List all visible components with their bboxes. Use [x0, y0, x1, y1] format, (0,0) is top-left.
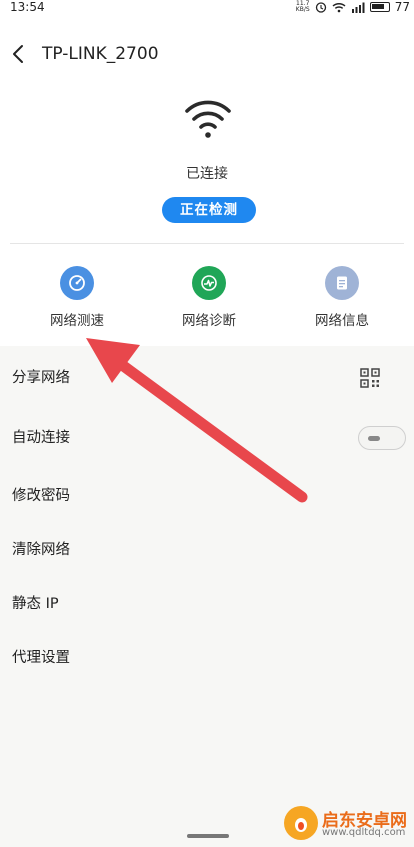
connection-status: 已连接	[186, 166, 228, 182]
watermark-url: www.qdltdq.com	[322, 827, 406, 838]
net-speed: 11.7 KB/S	[295, 0, 310, 13]
speedometer-icon	[60, 266, 94, 300]
tool-label: 网络测速	[50, 313, 104, 329]
toggle-knob	[368, 436, 380, 441]
auto-connect-item[interactable]: 自动连接	[0, 416, 414, 460]
page-title: TP-LINK_2700	[42, 44, 159, 64]
detecting-button[interactable]: 正在检测	[162, 197, 256, 223]
alarm-icon	[315, 2, 326, 13]
list-item-label: 分享网络	[12, 370, 70, 386]
wifi-large-icon	[185, 100, 231, 138]
site-watermark: 启东安卓网 www.qdltdq.com	[282, 802, 412, 846]
status-bar: 13:54 11.7 KB/S 77	[0, 0, 414, 16]
tool-diagnose[interactable]: 网络诊断	[154, 266, 264, 329]
home-indicator[interactable]	[187, 834, 229, 838]
proxy-settings-item[interactable]: 代理设置	[0, 636, 414, 680]
static-ip-item[interactable]: 静态 IP	[0, 582, 414, 626]
qr-code-icon[interactable]	[360, 368, 380, 388]
app-header: TP-LINK_2700	[0, 36, 414, 72]
list-item-label: 清除网络	[12, 542, 70, 558]
signal-icon	[351, 2, 365, 13]
auto-connect-toggle[interactable]	[358, 426, 406, 450]
change-password-item[interactable]: 修改密码	[0, 474, 414, 518]
tool-info[interactable]: 网络信息	[287, 266, 397, 329]
document-icon	[325, 266, 359, 300]
list-item-label: 静态 IP	[12, 596, 59, 612]
forget-network-item[interactable]: 清除网络	[0, 528, 414, 572]
status-time: 13:54	[10, 0, 45, 14]
battery-level: 77	[394, 0, 410, 14]
watermark-logo-icon	[284, 806, 318, 840]
divider	[10, 243, 404, 244]
diagnosis-icon	[192, 266, 226, 300]
tool-label: 网络诊断	[182, 313, 236, 329]
list-item-label: 自动连接	[12, 430, 70, 446]
battery-icon	[369, 2, 390, 12]
list-item-label: 修改密码	[12, 488, 70, 504]
back-arrow-icon[interactable]	[8, 42, 30, 66]
tool-label: 网络信息	[315, 313, 369, 329]
status-icons: 11.7 KB/S 77	[296, 0, 410, 14]
wifi-status-icon	[332, 2, 346, 12]
share-network-item[interactable]: 分享网络	[0, 356, 414, 400]
tool-speed-test[interactable]: 网络测速	[22, 266, 132, 329]
list-item-label: 代理设置	[12, 650, 70, 666]
